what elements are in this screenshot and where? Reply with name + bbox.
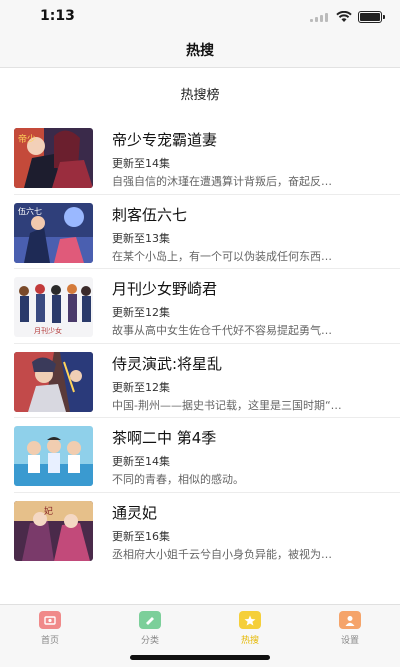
cover-image: 妃 bbox=[14, 500, 93, 561]
category-icon bbox=[139, 611, 161, 629]
item-desc: 丞相府大小姐千云兮自小身负异能，被视为… bbox=[112, 547, 332, 561]
item-title: 茶啊二中 第4季 bbox=[112, 429, 217, 447]
status-bar: 1:13 bbox=[0, 0, 400, 32]
page-title: 热搜 bbox=[186, 42, 214, 59]
cover-image bbox=[14, 426, 93, 486]
svg-text:伍六七: 伍六七 bbox=[18, 206, 42, 216]
signal-icon bbox=[310, 12, 330, 22]
tab-label: 热搜 bbox=[240, 636, 259, 646]
svg-text:帝少: 帝少 bbox=[18, 133, 36, 145]
list-item[interactable]: 侍灵演武:将星乱 更新至12集 中国-荆州——据史书记载，这里是三国时期“… bbox=[14, 344, 400, 418]
list-item[interactable]: 妃 通灵妃 更新至16集 丞相府大小姐千云兮自小身负异能，被视为… bbox=[14, 493, 400, 568]
home-indicator[interactable] bbox=[130, 655, 270, 660]
section-title: 热搜榜 bbox=[180, 87, 220, 103]
list-item[interactable]: 伍六七 刺客伍六七 更新至13集 在某个小岛上，有一个可以伪装成任何东西… bbox=[14, 195, 400, 269]
item-desc: 中国-荆州——据史书记载，这里是三国时期“… bbox=[112, 398, 342, 412]
cover-image: 帝少 bbox=[14, 128, 93, 188]
tab-label: 首页 bbox=[40, 636, 59, 646]
item-title: 帝少专宠霸道妻 bbox=[112, 131, 218, 149]
settings-icon bbox=[339, 611, 361, 629]
cover-image: 月刊少女 bbox=[14, 277, 93, 337]
list-item[interactable]: 月刊少女 月刊少女野崎君 更新至12集 故事从高中女生佐仓千代好不容易提起勇气… bbox=[14, 269, 400, 344]
list-item[interactable]: 帝少 帝少专宠霸道妻 更新至14集 自强自信的沐瑾在遭遇算计背叛后，奋起反… bbox=[14, 120, 400, 195]
item-update: 更新至13集 bbox=[112, 231, 170, 245]
nav-bar: 热搜 bbox=[0, 32, 400, 68]
status-indicators bbox=[310, 11, 385, 23]
tab-label: 分类 bbox=[140, 636, 159, 646]
app-screen: 1:13 热搜 热搜榜 帝少 帝少专宠霸道妻 更新至14集 自强自信的沐瑾在遭遇… bbox=[0, 0, 400, 667]
tab-home[interactable]: 首页 bbox=[20, 611, 80, 651]
item-update: 更新至14集 bbox=[112, 455, 170, 468]
list-item[interactable]: 茶啊二中 第4季 更新至14集 不同的青春，相似的感动。 bbox=[14, 418, 400, 493]
item-update: 更新至12集 bbox=[112, 380, 170, 394]
battery-icon bbox=[358, 11, 385, 23]
status-time: 1:13 bbox=[40, 8, 75, 24]
hot-list: 帝少 帝少专宠霸道妻 更新至14集 自强自信的沐瑾在遭遇算计背叛后，奋起反… 伍… bbox=[0, 120, 400, 567]
item-update: 更新至12集 bbox=[112, 306, 170, 319]
hot-icon bbox=[239, 611, 261, 629]
item-title: 刺客伍六七 bbox=[112, 205, 188, 224]
tab-label: 设置 bbox=[340, 636, 359, 646]
section-header: 热搜榜 bbox=[0, 68, 400, 118]
item-title: 月刊少女野崎君 bbox=[112, 280, 218, 298]
svg-text:月刊少女: 月刊少女 bbox=[34, 326, 62, 335]
item-update: 更新至16集 bbox=[112, 529, 170, 543]
item-desc: 自强自信的沐瑾在遭遇算计背叛后，奋起反… bbox=[112, 175, 332, 188]
item-update: 更新至14集 bbox=[112, 157, 170, 170]
svg-text:妃: 妃 bbox=[44, 505, 53, 517]
cover-image: 伍六七 bbox=[14, 202, 93, 263]
item-desc: 不同的青春，相似的感动。 bbox=[112, 473, 244, 486]
wifi-icon bbox=[336, 11, 352, 22]
home-icon bbox=[39, 611, 61, 629]
item-title: 通灵妃 bbox=[112, 503, 158, 522]
tab-hot[interactable]: 热搜 bbox=[220, 611, 280, 651]
item-desc: 故事从高中女生佐仓千代好不容易提起勇气… bbox=[112, 324, 332, 337]
item-desc: 在某个小岛上，有一个可以伪装成任何东西… bbox=[112, 249, 332, 263]
tab-settings[interactable]: 设置 bbox=[320, 611, 380, 651]
cover-image bbox=[14, 351, 93, 412]
item-title: 侍灵演武:将星乱 bbox=[112, 354, 223, 373]
tab-category[interactable]: 分类 bbox=[120, 611, 180, 651]
